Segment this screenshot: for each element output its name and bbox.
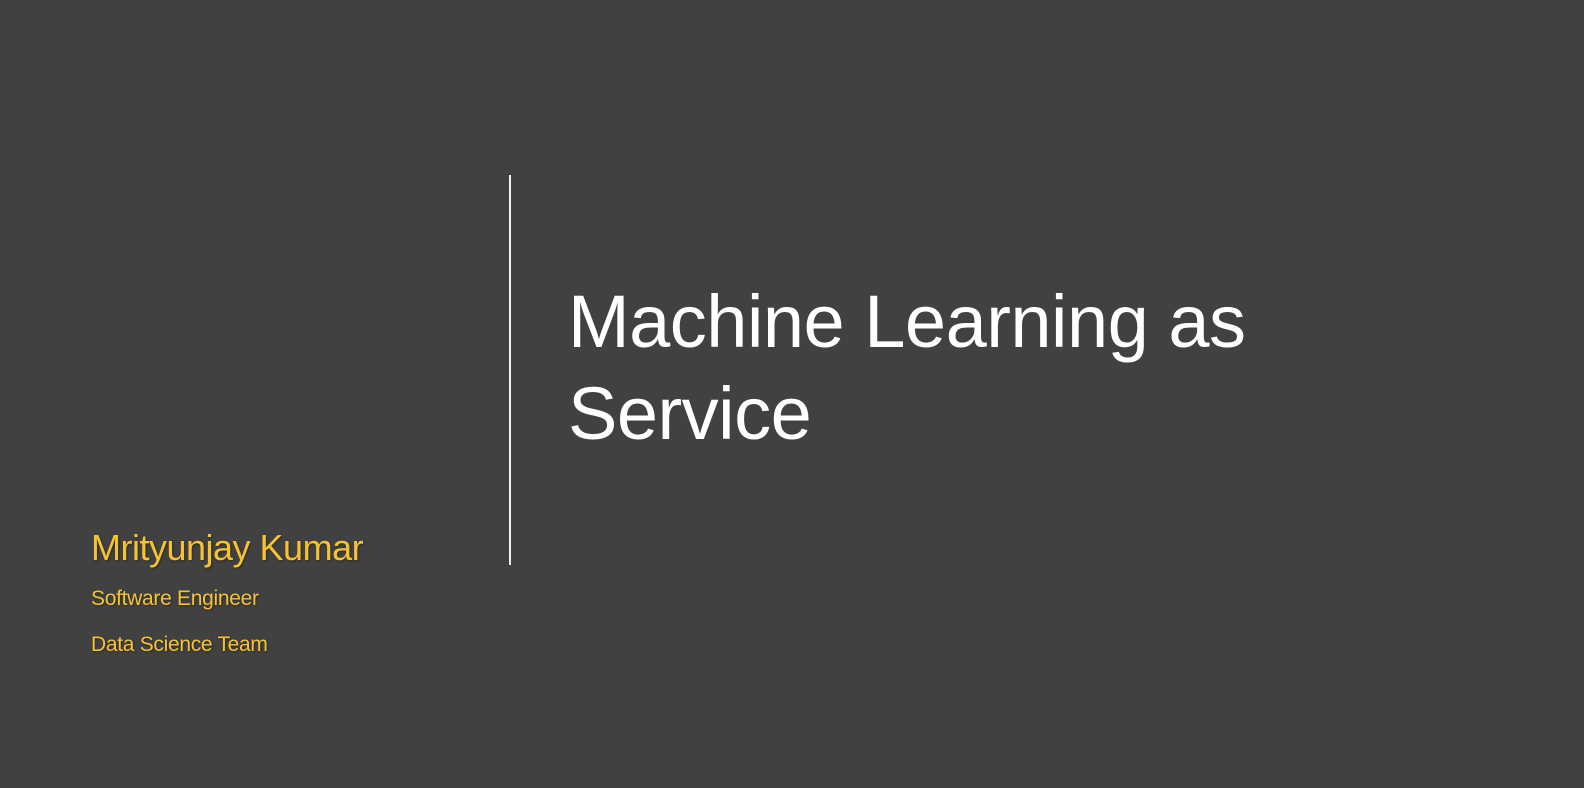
author-name: Mrityunjay Kumar xyxy=(91,527,364,568)
slide-title: Machine Learning as Service xyxy=(568,280,1246,455)
author-block: Mrityunjay Kumar Software Engineer Data … xyxy=(91,526,491,658)
vertical-divider xyxy=(509,175,511,565)
author-role: Software Engineer xyxy=(91,587,259,610)
presentation-slide: Machine Learning as Service Mrityunjay K… xyxy=(0,0,1584,788)
author-team: Data Science Team xyxy=(91,633,268,656)
